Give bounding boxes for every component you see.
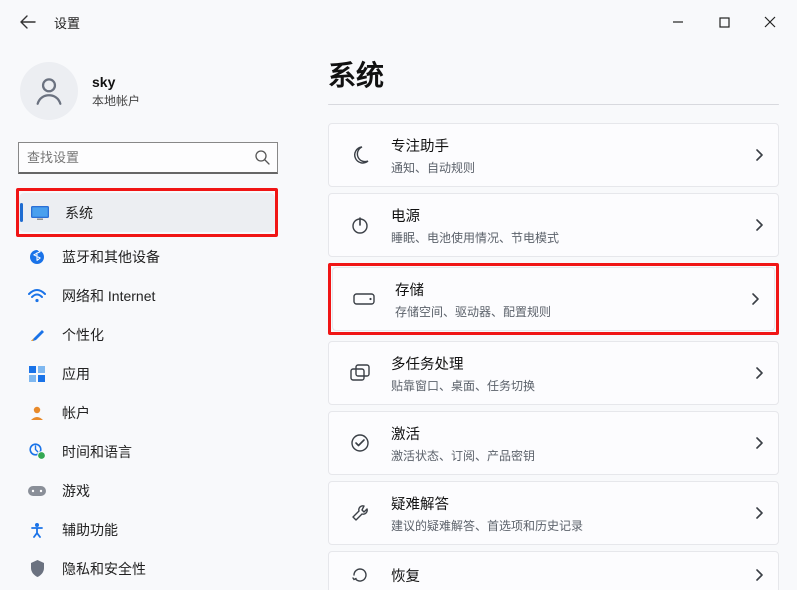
sidebar-item-label: 应用 — [62, 364, 90, 384]
sidebar-item-apps[interactable]: 应用 — [16, 354, 278, 393]
accessibility-icon — [28, 521, 46, 539]
recovery-icon — [347, 565, 373, 585]
sidebar-item-label: 隐私和安全性 — [62, 559, 146, 579]
close-icon — [764, 16, 776, 28]
wifi-icon — [28, 287, 46, 305]
sidebar-item-bluetooth[interactable]: 蓝牙和其他设备 — [16, 237, 278, 276]
card-title: 多任务处理 — [391, 353, 754, 374]
apps-icon — [28, 365, 46, 383]
sidebar-item-privacy[interactable]: 隐私和安全性 — [16, 549, 278, 588]
shield-icon — [28, 560, 46, 578]
power-icon — [347, 215, 373, 235]
card-title: 专注助手 — [391, 135, 754, 156]
chevron-right-icon — [754, 436, 764, 450]
avatar — [20, 62, 78, 120]
sidebar-item-label: 游戏 — [62, 481, 90, 501]
sidebar-item-label: 辅助功能 — [62, 520, 118, 540]
clock-globe-icon — [28, 443, 46, 461]
display-icon — [31, 204, 49, 222]
check-circle-icon — [347, 433, 373, 453]
sidebar-item-time-language[interactable]: 时间和语言 — [16, 432, 278, 471]
maximize-button[interactable] — [701, 6, 747, 38]
page-title: 系统 — [328, 54, 779, 94]
minimize-icon — [672, 16, 684, 28]
card-sub: 建议的疑难解答、首选项和历史记录 — [391, 517, 754, 534]
main-panel: 系统 专注助手通知、自动规则 电源睡眠、电池使用情况、节电模式 存储存储空间、驱… — [300, 44, 797, 590]
sidebar-item-gaming[interactable]: 游戏 — [16, 471, 278, 510]
card-title: 电源 — [391, 205, 754, 226]
divider — [328, 104, 779, 105]
nav-list: 系统 蓝牙和其他设备 网络和 Internet 个性化 应用 帐户 — [16, 188, 278, 588]
card-sub: 存储空间、驱动器、配置规则 — [395, 303, 750, 320]
minimize-button[interactable] — [655, 6, 701, 38]
sidebar-item-label: 个性化 — [62, 325, 104, 345]
chevron-right-icon — [754, 506, 764, 520]
sidebar-item-accessibility[interactable]: 辅助功能 — [16, 510, 278, 549]
maximize-icon — [719, 17, 730, 28]
search-container — [18, 142, 278, 174]
annotation-highlight: 系统 — [16, 188, 278, 237]
user-type: 本地帐户 — [92, 92, 140, 109]
card-title: 激活 — [391, 423, 754, 444]
chevron-right-icon — [754, 148, 764, 162]
bluetooth-icon — [28, 248, 46, 266]
card-sub: 睡眠、电池使用情况、节电模式 — [391, 229, 754, 246]
arrow-left-icon — [20, 14, 36, 30]
window-controls — [655, 6, 793, 38]
card-multitasking[interactable]: 多任务处理贴靠窗口、桌面、任务切换 — [328, 341, 779, 405]
sidebar-item-system[interactable]: 系统 — [19, 193, 275, 232]
card-troubleshoot[interactable]: 疑难解答建议的疑难解答、首选项和历史记录 — [328, 481, 779, 545]
chevron-right-icon — [754, 218, 764, 232]
sidebar-item-network[interactable]: 网络和 Internet — [16, 276, 278, 315]
card-title: 疑难解答 — [391, 493, 754, 514]
brush-icon — [28, 326, 46, 344]
card-power[interactable]: 电源睡眠、电池使用情况、节电模式 — [328, 193, 779, 257]
chevron-right-icon — [754, 366, 764, 380]
sidebar-item-label: 时间和语言 — [62, 442, 132, 462]
window-title: 设置 — [54, 13, 80, 32]
card-recovery[interactable]: 恢复 — [328, 551, 779, 590]
person-icon — [32, 74, 66, 108]
account-icon — [28, 404, 46, 422]
card-title: 恢复 — [391, 565, 754, 586]
sidebar-item-label: 网络和 Internet — [62, 286, 155, 306]
gaming-icon — [28, 482, 46, 500]
wrench-icon — [347, 503, 373, 523]
settings-cards: 专注助手通知、自动规则 电源睡眠、电池使用情况、节电模式 存储存储空间、驱动器、… — [328, 123, 779, 590]
sidebar-item-label: 帐户 — [62, 403, 90, 423]
card-storage[interactable]: 存储存储空间、驱动器、配置规则 — [332, 267, 775, 331]
card-sub: 通知、自动规则 — [391, 159, 754, 176]
user-account[interactable]: sky 本地帐户 — [16, 54, 300, 134]
sidebar-item-personalization[interactable]: 个性化 — [16, 315, 278, 354]
multitask-icon — [347, 364, 373, 382]
search-icon — [254, 149, 270, 165]
sidebar-item-label: 蓝牙和其他设备 — [62, 247, 160, 267]
card-title: 存储 — [395, 279, 750, 300]
chevron-right-icon — [750, 292, 760, 306]
sidebar-item-accounts[interactable]: 帐户 — [16, 393, 278, 432]
card-activation[interactable]: 激活激活状态、订阅、产品密钥 — [328, 411, 779, 475]
sidebar-item-label: 系统 — [65, 203, 93, 223]
card-sub: 贴靠窗口、桌面、任务切换 — [391, 377, 754, 394]
annotation-highlight: 存储存储空间、驱动器、配置规则 — [328, 263, 779, 335]
chevron-right-icon — [754, 568, 764, 582]
search-input[interactable] — [18, 142, 278, 174]
moon-icon — [347, 145, 373, 165]
storage-icon — [351, 293, 377, 305]
user-name: sky — [92, 74, 140, 90]
card-sub: 激活状态、订阅、产品密钥 — [391, 447, 754, 464]
card-focus-assist[interactable]: 专注助手通知、自动规则 — [328, 123, 779, 187]
sidebar: sky 本地帐户 系统 蓝牙和其他设备 网络和 I — [0, 44, 300, 590]
close-button[interactable] — [747, 6, 793, 38]
titlebar: 设置 — [0, 0, 797, 44]
back-button[interactable] — [10, 4, 46, 40]
